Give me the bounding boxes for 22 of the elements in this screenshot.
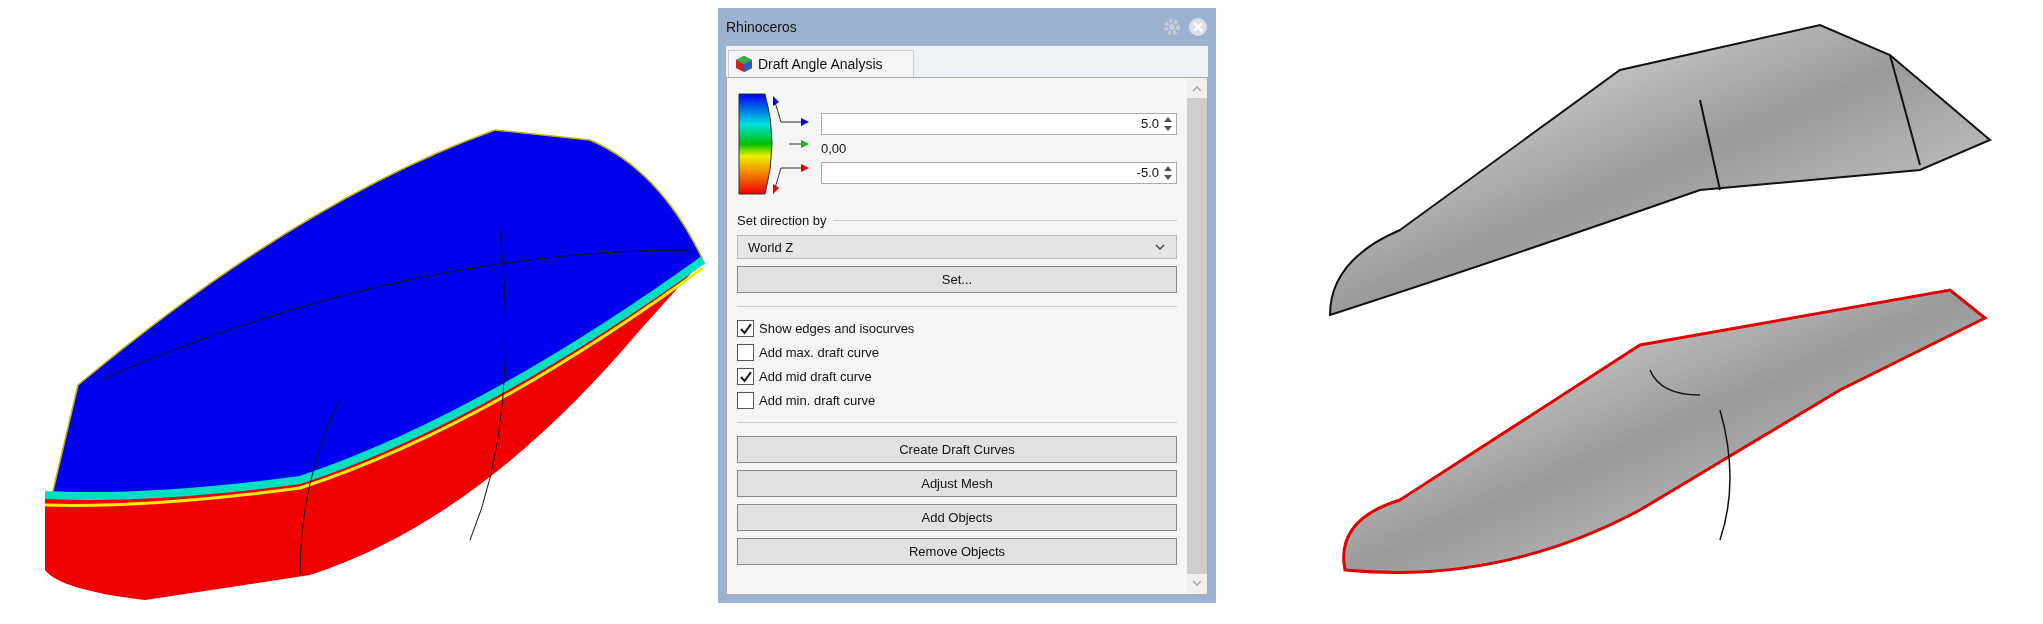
cube-icon <box>735 55 753 73</box>
chevron-down-icon <box>1154 242 1166 252</box>
checkbox[interactable] <box>737 368 754 385</box>
action-button[interactable]: Create Draft Curves <box>737 436 1177 463</box>
lower-angle-field[interactable]: -5.0 <box>821 161 1177 184</box>
action-button[interactable]: Add Objects <box>737 504 1177 531</box>
checkbox[interactable] <box>737 392 754 409</box>
section-label: Set direction by <box>737 213 827 228</box>
checkbox-label: Add max. draft curve <box>759 345 879 360</box>
checkbox[interactable] <box>737 320 754 337</box>
direction-dropdown[interactable]: World Z <box>737 235 1177 259</box>
upper-angle-field[interactable]: 5.0 <box>821 112 1177 135</box>
checkbox-label: Add mid draft curve <box>759 369 872 384</box>
action-button[interactable]: Remove Objects <box>737 538 1177 565</box>
checkbox[interactable] <box>737 344 754 361</box>
window-title: Rhinoceros <box>726 19 798 35</box>
checkbox-label: Add min. draft curve <box>759 393 876 408</box>
action-button[interactable]: Adjust Mesh <box>737 470 1177 497</box>
set-button[interactable]: Set... <box>737 266 1177 293</box>
tab[interactable]: Draft Angle Analysis <box>728 50 914 77</box>
checkbox-label: Show edges and isocurves <box>759 321 915 336</box>
middle-angle-value: 0,00 <box>821 140 848 156</box>
